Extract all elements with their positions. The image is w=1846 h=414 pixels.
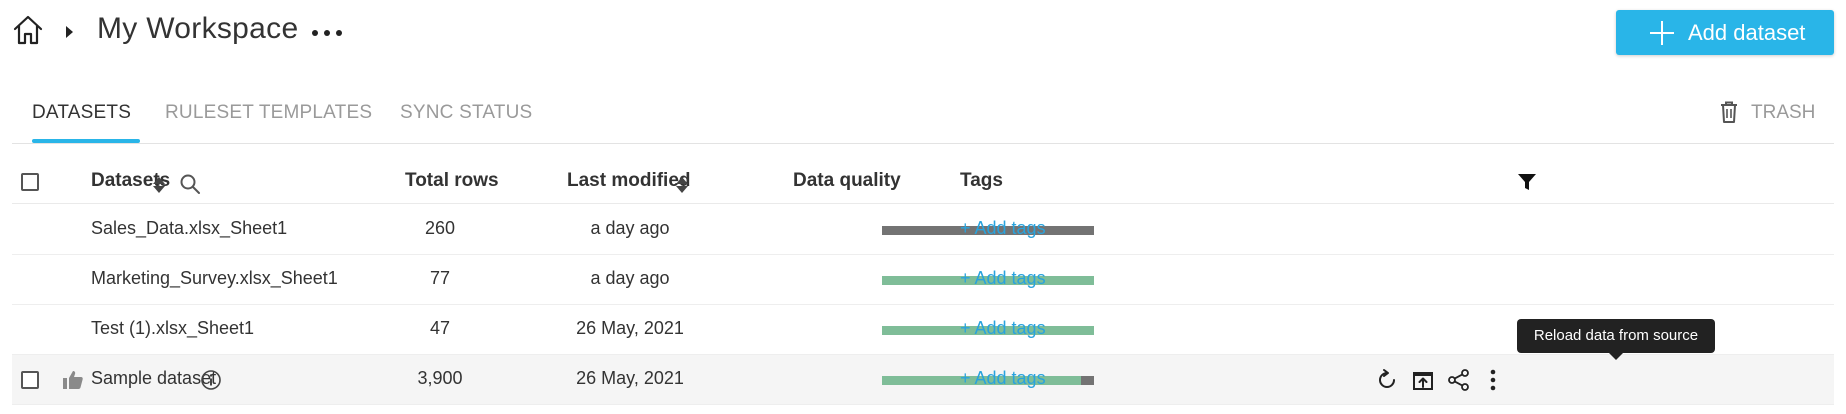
dataset-name[interactable]: Sales_Data.xlsx_Sheet1 bbox=[91, 218, 287, 239]
last-modified-value: 26 May, 2021 bbox=[576, 368, 684, 388]
info-icon[interactable] bbox=[200, 369, 222, 391]
page-title: My Workspace bbox=[97, 12, 299, 45]
column-header-tags: Tags bbox=[960, 170, 1003, 191]
reload-icon[interactable] bbox=[1374, 367, 1400, 393]
column-header-data-quality: Data quality bbox=[793, 170, 901, 191]
more-vertical-icon[interactable] bbox=[1480, 367, 1506, 393]
search-icon[interactable] bbox=[179, 173, 201, 195]
total-rows-value: 77 bbox=[429, 268, 451, 288]
home-icon[interactable] bbox=[12, 14, 44, 46]
last-modified-value: a day ago bbox=[590, 268, 670, 288]
sort-datasets-icon[interactable] bbox=[153, 175, 165, 195]
tab-ruleset-templates[interactable]: RULESET TEMPLATES bbox=[165, 102, 372, 124]
breadcrumb-caret-icon bbox=[66, 26, 73, 38]
add-dataset-label: Add dataset bbox=[1688, 20, 1806, 45]
total-rows-value: 3,900 bbox=[417, 368, 463, 388]
column-header-last-modified[interactable]: Last modified bbox=[567, 170, 691, 192]
add-tags-link[interactable]: + Add tags bbox=[960, 268, 1046, 289]
add-tags-link[interactable]: + Add tags bbox=[960, 318, 1046, 339]
table-row[interactable]: Marketing_Survey.xlsx_Sheet1 77 a day ag… bbox=[12, 255, 1834, 305]
sort-last-modified-icon[interactable] bbox=[676, 175, 688, 195]
table-header: Datasets Total rows Last modified Data q… bbox=[12, 160, 1834, 204]
trash-label: TRASH bbox=[1751, 102, 1816, 123]
plus-icon bbox=[1650, 21, 1674, 45]
add-tags-link[interactable]: + Add tags bbox=[960, 218, 1046, 239]
trash-icon bbox=[1721, 101, 1737, 123]
publish-icon[interactable] bbox=[1410, 367, 1436, 393]
share-icon[interactable] bbox=[1446, 367, 1472, 393]
table-row-hovered[interactable]: Sample dataset 3,900 26 May, 2021 + Add … bbox=[12, 355, 1834, 405]
add-dataset-button[interactable]: Add dataset bbox=[1616, 10, 1834, 55]
dataset-name[interactable]: Sample dataset bbox=[91, 368, 216, 389]
total-rows-value: 47 bbox=[429, 318, 451, 338]
add-tags-link[interactable]: + Add tags bbox=[960, 368, 1046, 389]
thumbs-up-icon bbox=[63, 371, 83, 389]
select-all-checkbox[interactable] bbox=[21, 173, 39, 191]
page-header: My Workspace Add dataset bbox=[0, 0, 1846, 68]
column-header-total-rows: Total rows bbox=[405, 170, 499, 191]
row-checkbox[interactable] bbox=[21, 371, 39, 389]
tab-sync-status[interactable]: SYNC STATUS bbox=[400, 102, 532, 124]
active-tab-indicator bbox=[32, 139, 140, 143]
tab-datasets[interactable]: DATASETS bbox=[32, 102, 131, 124]
dataset-name[interactable]: Test (1).xlsx_Sheet1 bbox=[91, 318, 254, 339]
more-options-icon[interactable] bbox=[310, 18, 344, 46]
total-rows-value: 260 bbox=[424, 218, 456, 238]
last-modified-value: 26 May, 2021 bbox=[576, 318, 684, 338]
quality-segment-bad bbox=[1081, 376, 1094, 385]
tab-bar: DATASETS RULESET TEMPLATES SYNC STATUS T… bbox=[12, 90, 1834, 144]
table-row[interactable]: Sales_Data.xlsx_Sheet1 260 a day ago + A… bbox=[12, 205, 1834, 255]
last-modified-value: a day ago bbox=[590, 218, 670, 238]
filter-icon[interactable] bbox=[1517, 172, 1537, 192]
reload-tooltip: Reload data from source bbox=[1517, 319, 1715, 360]
dataset-name[interactable]: Marketing_Survey.xlsx_Sheet1 bbox=[91, 268, 338, 289]
